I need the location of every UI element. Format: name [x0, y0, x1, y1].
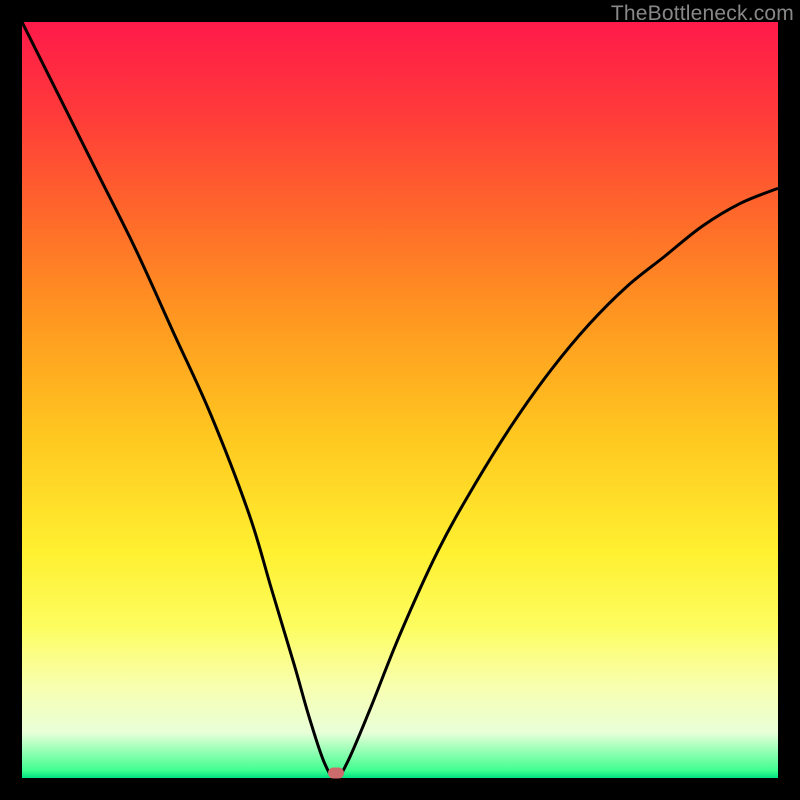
bottleneck-curve [22, 22, 778, 778]
minimum-marker [328, 767, 344, 778]
